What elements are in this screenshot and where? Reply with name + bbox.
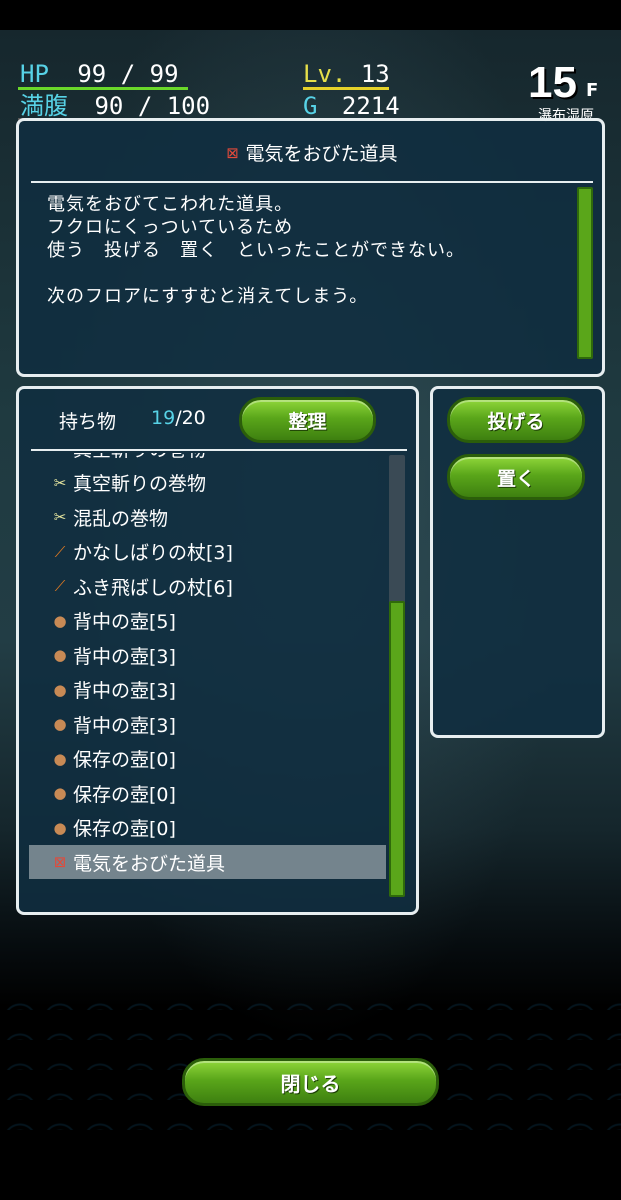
pot-icon: ● xyxy=(53,611,67,630)
inventory-item[interactable]: ✂ 真空斬りの巻物 xyxy=(29,466,386,500)
staff-icon: ⟋ xyxy=(54,577,66,595)
broken-item-icon: ⊠ xyxy=(226,143,239,162)
wave-pattern xyxy=(0,980,621,1130)
inventory-item-name: 電気をおびた道具 xyxy=(73,852,226,875)
inventory-count-current: 19 xyxy=(151,407,176,429)
hunger-sep: / xyxy=(137,92,153,120)
floor-unit: F xyxy=(586,80,599,101)
inventory-count: 19/20 xyxy=(151,407,206,429)
inventory-item[interactable]: ⟋ かなしばりの杖[3] xyxy=(29,535,386,569)
scroll-icon: ✂ xyxy=(53,508,67,526)
hp-bar-fill xyxy=(18,87,188,90)
hp-sep: / xyxy=(120,60,136,88)
inventory-count-max: 20 xyxy=(181,407,206,429)
inventory-scrollbar[interactable] xyxy=(389,455,405,897)
hunger-label: 満腹 xyxy=(20,92,68,120)
gold-label: G xyxy=(303,92,318,120)
inventory-item-name: 真空斬りの巻物 xyxy=(73,473,207,495)
inventory-item[interactable]: ● 背中の壺[3] xyxy=(29,638,386,672)
inventory-item-name: 背中の壺[3] xyxy=(73,645,176,668)
bottom-letterbox xyxy=(0,1130,621,1200)
broken-item-icon: ⊠ xyxy=(53,853,67,871)
inventory-item[interactable]: ● 保存の壺[0] xyxy=(29,742,386,776)
inventory-item-name: 保存の壺[0] xyxy=(73,783,176,806)
inventory-list: ✂ 真空斬りの巻物 ✂ 真空斬りの巻物 ✂ 混乱の巻物 ⟋ かなしばりの杖[3] ⟋ ふき飛ばしの… xyxy=(29,453,386,897)
inventory-item-name: ふき飛ばしの杖[6] xyxy=(73,576,233,599)
inventory-item[interactable]: ● 保存の壺[0] xyxy=(29,811,386,845)
inventory-item-name: 背中の壺[3] xyxy=(73,714,176,737)
pot-icon: ● xyxy=(53,784,67,802)
inventory-item[interactable]: ⟋ ふき飛ばしの杖[6] xyxy=(29,569,386,603)
description-title: ⊠ 電気をおびた道具 xyxy=(19,139,602,166)
inventory-item-name: 混乱の巻物 xyxy=(73,507,169,530)
place-button[interactable]: 置く xyxy=(447,454,585,500)
hunger-current: 90 xyxy=(94,92,124,120)
inventory-item[interactable]: ✂ 真空斬りの巻物 xyxy=(29,453,386,465)
inventory-item[interactable]: ● 背中の壺[3] xyxy=(29,673,386,707)
action-panel: 投げる 置く xyxy=(430,386,605,738)
pot-icon: ● xyxy=(53,818,67,837)
pot-icon: ● xyxy=(53,680,67,699)
level-label: Lv. xyxy=(303,60,347,88)
hunger-max: 100 xyxy=(166,92,211,120)
level-value: 13 xyxy=(360,60,390,88)
scroll-icon: ✂ xyxy=(51,453,69,457)
sort-button[interactable]: 整理 xyxy=(239,397,376,443)
level-readout: Lv. 13 xyxy=(303,61,390,87)
inventory-panel: 持ち物 19/20 整理 ✂ 真空斬りの巻物 ✂ 真空斬りの巻物 ✂ 混乱の巻物 ⟋ かなしば… xyxy=(16,386,419,915)
hp-bar-track xyxy=(18,87,188,90)
inventory-item[interactable]: ● 保存の壺[0] xyxy=(29,776,386,810)
throw-button[interactable]: 投げる xyxy=(447,397,585,443)
description-scroll-thumb[interactable] xyxy=(577,187,593,359)
inventory-item-name: 保存の壺[0] xyxy=(73,749,176,771)
hp-readout: HP 99 / 99 xyxy=(20,61,179,87)
inventory-item-name: かなしばりの杖[3] xyxy=(73,542,233,564)
hp-max: 99 xyxy=(149,60,179,88)
scroll-icon: ✂ xyxy=(53,473,67,492)
inventory-scroll-thumb[interactable] xyxy=(389,601,405,897)
floor-number: 15 xyxy=(528,58,577,107)
inventory-item-name: 保存の壺[0] xyxy=(73,818,176,840)
item-description-panel: ⊠ 電気をおびた道具 電気をおびてこわれた道具。 フクロにくっついているため 使… xyxy=(16,118,605,377)
inventory-divider xyxy=(31,449,407,451)
staff-icon: ⟋ xyxy=(54,542,66,561)
inventory-item[interactable]: ● 背中の壺[3] xyxy=(29,707,386,741)
exp-bar xyxy=(303,87,389,90)
top-letterbox xyxy=(0,0,621,30)
description-text: 電気をおびてこわれた道具。 フクロにくっついているため 使う 投げる 置く とい… xyxy=(47,194,465,307)
description-title-text: 電気をおびた道具 xyxy=(245,143,398,165)
description-divider xyxy=(31,181,593,183)
inventory-item-name: 背中の壺[3] xyxy=(73,680,176,702)
inventory-item[interactable]: ● 背中の壺[5] xyxy=(29,604,386,638)
inventory-item-name: 背中の壺[5] xyxy=(73,611,176,633)
hunger-readout: 満腹 90 / 100 xyxy=(20,93,210,119)
inventory-item[interactable]: ✂ 混乱の巻物 xyxy=(29,500,386,534)
gold-value: 2214 xyxy=(341,92,400,120)
hp-label: HP xyxy=(20,60,49,88)
inventory-header: 持ち物 xyxy=(59,411,117,433)
inventory-item-name: 真空斬りの巻物 xyxy=(73,453,206,462)
pot-icon: ● xyxy=(53,646,67,664)
pot-icon: ● xyxy=(53,749,67,768)
description-scrollbar[interactable] xyxy=(577,187,593,359)
close-button[interactable]: 閉じる xyxy=(182,1058,439,1106)
hp-current: 99 xyxy=(77,60,107,88)
pot-icon: ● xyxy=(53,715,67,733)
gold-readout: G 2214 xyxy=(303,93,400,119)
inventory-item[interactable]: ⊠ 電気をおびた道具 xyxy=(29,845,386,879)
